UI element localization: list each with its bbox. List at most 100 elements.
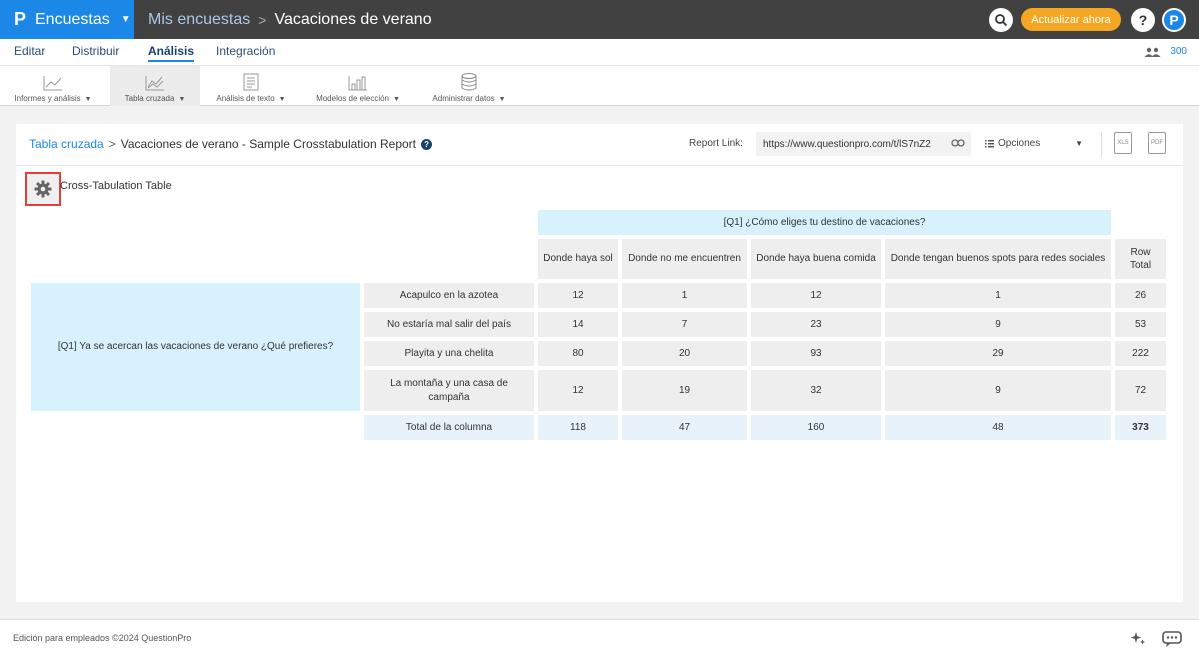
table-cell: 80 (538, 341, 618, 366)
table-settings-button[interactable] (25, 172, 61, 206)
users-icon (1144, 47, 1161, 57)
toolbar-modelos-eleccion[interactable]: Modelos de elección ▼ (308, 66, 408, 106)
toolbar-modelos-eleccion-label: Modelos de elección (316, 94, 389, 103)
tab-distribuir[interactable]: Distribuir (72, 44, 119, 58)
breadcrumb: Mis encuestas > Vacaciones de verano (148, 0, 432, 39)
report-title: Vacaciones de verano - Sample Crosstabul… (120, 137, 417, 151)
table-cell: 7 (622, 312, 747, 337)
upgrade-button[interactable]: Actualizar ahora (1021, 8, 1121, 31)
row-total-cell: 26 (1115, 283, 1166, 308)
grand-total-cell: 373 (1115, 415, 1166, 440)
link-icon[interactable] (951, 138, 965, 148)
options-label: Opciones (998, 138, 1041, 149)
toolbar-informes[interactable]: Informes y análisis ▼ (6, 66, 100, 106)
breadcrumb-separator: > (108, 137, 116, 151)
gear-icon (34, 180, 52, 198)
table-cell: 9 (885, 312, 1111, 337)
column-total-cell: 47 (622, 415, 747, 440)
breadcrumb-current-survey: Vacaciones de verano (274, 10, 432, 28)
toolbar-administrar-datos-label: Administrar datos (432, 94, 495, 103)
breadcrumb-tabla-cruzada[interactable]: Tabla cruzada (29, 137, 104, 151)
users-count: 300 (1170, 46, 1187, 57)
column-total-cell: 48 (885, 415, 1111, 440)
row-total-header: Row Total (1115, 239, 1166, 279)
tab-editar[interactable]: Editar (14, 44, 45, 58)
row-label: La montaña y una casa de campaña (364, 370, 534, 411)
tab-analisis[interactable]: Análisis (148, 44, 195, 62)
analysis-toolbar: Informes y análisis ▼ Tabla cruzada ▼ Anál… (0, 66, 1199, 106)
chat-icon[interactable] (1162, 630, 1182, 648)
column-header: Donde tengan buenos spots para redes soc… (885, 239, 1111, 279)
column-total-cell: 160 (751, 415, 881, 440)
toolbar-tabla-cruzada-label: Tabla cruzada (124, 94, 175, 103)
help-circle-icon[interactable]: ? (421, 138, 433, 150)
row-question-header: [Q1] Ya se acercan las vacaciones de ver… (31, 283, 360, 411)
table-cell: 12 (538, 283, 618, 308)
crosstab-chart-icon (145, 76, 164, 91)
table-cell: 93 (751, 341, 881, 366)
main-nav: Editar Distribuir Análisis Integración 3… (0, 39, 1199, 66)
users-indicator[interactable]: 300 (1144, 46, 1187, 57)
chevron-down-icon: ▼ (1075, 139, 1083, 148)
report-link-field[interactable]: https://www.questionpro.com/t/lS7nZ2 (756, 132, 971, 156)
row-label: Playita y una chelita (364, 341, 534, 366)
row-total-cell: 53 (1115, 312, 1166, 337)
table-cell: 20 (622, 341, 747, 366)
table-cell: 29 (885, 341, 1111, 366)
product-name: Encuestas (35, 10, 110, 28)
report-link-value: https://www.questionpro.com/t/lS7nZ2 (763, 138, 931, 150)
search-button[interactable] (989, 8, 1013, 32)
column-total-label: Total de la columna (364, 415, 534, 440)
tab-integracion[interactable]: Integración (216, 44, 275, 58)
table-cell: 23 (751, 312, 881, 337)
pdf-export-icon[interactable]: PDF (1148, 132, 1166, 154)
list-icon (985, 139, 994, 147)
table-cell: 1 (885, 283, 1111, 308)
column-header: Donde haya sol (538, 239, 618, 279)
profile-avatar[interactable]: P (1162, 8, 1186, 32)
toolbar-tabla-cruzada[interactable]: Tabla cruzada ▼ (110, 66, 200, 106)
toolbar-analisis-texto-label: Análisis de texto (216, 94, 275, 103)
top-bar: P Encuestas ▼ Mis encuestas > Vacaciones… (0, 0, 1199, 39)
toolbar-administrar-datos[interactable]: Administrar datos ▼ (424, 66, 514, 106)
row-total-cell: 72 (1115, 370, 1166, 411)
search-icon (995, 14, 1008, 27)
breadcrumb-my-surveys[interactable]: Mis encuestas (148, 11, 250, 29)
footer: Edición para empleados ©2024 QuestionPro (0, 619, 1199, 656)
report-breadcrumb: Tabla cruzada > Vacaciones de verano - S… (29, 137, 433, 151)
table-cell: 9 (885, 370, 1111, 411)
database-icon (461, 73, 477, 91)
table-cell: 1 (622, 283, 747, 308)
product-switcher[interactable]: P Encuestas ▼ (0, 0, 134, 39)
chevron-down-icon: ▼ (120, 14, 131, 25)
bar-chart-icon (348, 76, 367, 91)
column-total-cell: 118 (538, 415, 618, 440)
column-header: Donde haya buena comida (751, 239, 881, 279)
options-dropdown[interactable]: Opciones ▼ (985, 138, 1083, 149)
report-link-label: Report Link: (689, 138, 743, 149)
xls-export-icon[interactable]: XLS (1114, 132, 1132, 154)
row-total-cell: 222 (1115, 341, 1166, 366)
report-header: Tabla cruzada > Vacaciones de verano - S… (16, 124, 1183, 166)
row-label: No estaría mal salir del país (364, 312, 534, 337)
toolbar-analisis-texto[interactable]: Análisis de texto ▼ (207, 66, 295, 106)
breadcrumb-separator: > (258, 11, 267, 28)
header-divider (1101, 132, 1102, 158)
help-button[interactable]: ? (1131, 8, 1155, 32)
table-cell: 32 (751, 370, 881, 411)
table-cell: 12 (751, 283, 881, 308)
column-question-header: [Q1] ¿Cómo eliges tu destino de vacacion… (538, 210, 1111, 235)
column-header: Donde no me encuentren (622, 239, 747, 279)
table-cell: 12 (538, 370, 618, 411)
questionpro-logo-icon: P (14, 9, 27, 29)
table-cell: 14 (538, 312, 618, 337)
footer-text: Edición para empleados ©2024 QuestionPro (13, 633, 192, 643)
sparkle-icon[interactable] (1130, 631, 1146, 647)
line-chart-icon (43, 76, 62, 91)
crosstab-table-title: Cross-Tabulation Table (60, 180, 172, 192)
toolbar-informes-label: Informes y análisis (14, 94, 81, 103)
table-cell: 19 (622, 370, 747, 411)
report-panel: Tabla cruzada > Vacaciones de verano - S… (16, 124, 1183, 602)
text-analysis-icon (243, 73, 259, 91)
row-label: Acapulco en la azotea (364, 283, 534, 308)
